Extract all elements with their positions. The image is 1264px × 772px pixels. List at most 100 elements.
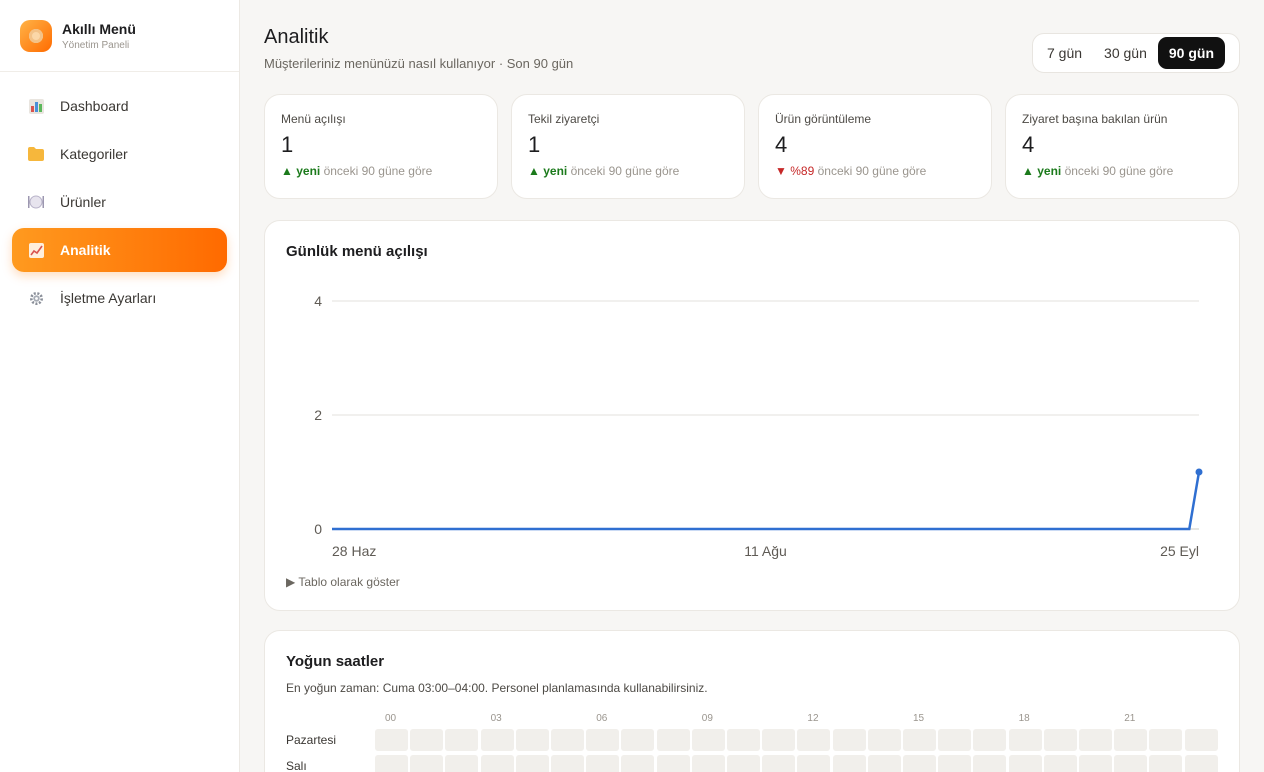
heatmap-cell[interactable] — [903, 755, 936, 772]
heatmap-cell[interactable] — [621, 755, 655, 772]
heatmap-cell[interactable] — [1149, 755, 1183, 772]
heatmap-cell[interactable] — [1079, 729, 1112, 751]
kpi-label: Ürün görüntüleme — [775, 112, 872, 126]
trend-up-icon: ▲ — [528, 164, 544, 178]
heatmap-cell[interactable] — [621, 729, 655, 751]
heatmap-cell[interactable] — [410, 729, 444, 751]
heatmap-cell[interactable] — [973, 755, 1007, 772]
sidebar-item-label: Kategoriler — [60, 146, 128, 162]
range-30-days-button[interactable]: 30 gün — [1093, 37, 1158, 69]
brand-logo — [20, 19, 52, 52]
heatmap-cell[interactable] — [727, 729, 760, 751]
heatmap-cell[interactable] — [1008, 729, 1042, 751]
trend-text: yeni — [296, 164, 321, 178]
heatmap-cell[interactable] — [410, 755, 444, 772]
daily-menu-opens-card: Günlük menü açılışı 0 2 4 28 Haz 11 Ağu 25 Ey… — [264, 220, 1240, 611]
range-90-days-button[interactable]: 90 gün — [1157, 37, 1225, 69]
heatmap-cell[interactable] — [551, 729, 584, 751]
sidebar-item-isletme-ayarlari[interactable]: İşletme Ayarları — [12, 276, 227, 320]
trend-text: yeni — [543, 164, 568, 178]
trend-suffix: önceki 90 güne göre — [1064, 164, 1174, 178]
kpi-card-menu-opens: Menü açılışı 1 ▲ yeni önceki 90 güne gör… — [264, 94, 498, 199]
hour-label: 15 — [913, 713, 925, 724]
heatmap-cell[interactable] — [762, 729, 796, 751]
gear-icon — [28, 290, 44, 306]
heatmap-subtitle: En yoğun zaman: Cuma 03:00–04:00. Person… — [286, 681, 708, 695]
kpi-cards: Menü açılışı 1 ▲ yeni önceki 90 güne gör… — [264, 94, 1240, 199]
heatmap-cell[interactable] — [375, 729, 408, 751]
heatmap-cell[interactable] — [903, 729, 936, 751]
heatmap-cell[interactable] — [656, 729, 690, 751]
heatmap-cell[interactable] — [691, 729, 725, 751]
sidebar-nav: Dashboard Kategoriler Ürünler Analitik İ… — [0, 72, 239, 320]
kpi-label: Tekil ziyaretçi — [528, 112, 600, 126]
hour-label: 21 — [1124, 713, 1136, 724]
sidebar-item-urunler[interactable]: Ürünler — [12, 180, 227, 224]
kpi-card-product-views: Ürün görüntüleme 4 ▼ %89 önceki 90 güne … — [758, 94, 992, 199]
heatmap-cell[interactable] — [867, 729, 901, 751]
series-line — [332, 471, 1201, 531]
heatmap-cell[interactable] — [797, 755, 831, 772]
heatmap-cell[interactable] — [832, 729, 866, 751]
hour-label: 12 — [807, 713, 819, 724]
sidebar-item-label: İşletme Ayarları — [60, 290, 157, 306]
sidebar-item-dashboard[interactable]: Dashboard — [12, 84, 227, 128]
x-tick-label: 11 Ağu — [744, 543, 787, 559]
heatmap-cell[interactable] — [1184, 755, 1218, 772]
heatmap-cell[interactable] — [480, 729, 514, 751]
heatmap-cell[interactable] — [1149, 729, 1183, 751]
heatmap-cell[interactable] — [1008, 755, 1042, 772]
kpi-trend: ▲ yeni önceki 90 güne göre — [528, 164, 728, 178]
heatmap-cell[interactable] — [938, 755, 972, 772]
heatmap-cell[interactable] — [445, 729, 479, 751]
sidebar-item-label: Analitik — [60, 242, 111, 258]
day-label: Salı — [286, 759, 307, 772]
trend-suffix: önceki 90 güne göre — [570, 164, 680, 178]
sidebar-item-analitik[interactable]: Analitik — [12, 228, 227, 272]
data-point[interactable] — [1195, 468, 1203, 476]
caret-right-icon: ▶ — [286, 575, 299, 589]
heatmap-cell[interactable] — [1043, 729, 1077, 751]
x-tick-label: 28 Haz — [332, 543, 376, 559]
heatmap-cell[interactable] — [1184, 729, 1218, 751]
heatmap-cell[interactable] — [656, 755, 690, 772]
heatmap-cell[interactable] — [727, 755, 760, 772]
kpi-value: 1 — [528, 132, 541, 157]
show-as-table-toggle[interactable]: ▶ Tablo olarak göster — [286, 575, 400, 589]
heatmap-cell[interactable] — [1114, 729, 1148, 751]
heatmap-cell[interactable] — [797, 729, 831, 751]
heatmap-cell[interactable] — [375, 755, 408, 772]
sidebar-item-kategoriler[interactable]: Kategoriler — [12, 132, 227, 176]
sidebar: Akıllı Menü Yönetim Paneli Dashboard Kat… — [0, 0, 240, 772]
heatmap-cell[interactable] — [586, 729, 620, 751]
heatmap-cell[interactable] — [551, 755, 584, 772]
hour-label: 18 — [1018, 713, 1030, 724]
trend-up-icon: ▲ — [281, 164, 297, 178]
heatmap-cell[interactable] — [445, 755, 479, 772]
heatmap-cell[interactable] — [867, 755, 901, 772]
heatmap-cell[interactable] — [1114, 755, 1148, 772]
plate-icon — [28, 194, 44, 210]
sidebar-item-label: Ürünler — [60, 194, 106, 210]
kpi-card-products-per-visit: Ziyaret başına bakılan ürün 4 ▲ yeni önc… — [1005, 94, 1239, 199]
heatmap-cell[interactable] — [515, 755, 549, 772]
trend-suffix: önceki 90 güne göre — [817, 164, 927, 178]
heatmap-cell[interactable] — [691, 755, 725, 772]
folder-icon — [28, 146, 44, 162]
x-tick-label: 25 Eyl — [1160, 543, 1199, 559]
range-7-days-button[interactable]: 7 gün — [1036, 37, 1093, 69]
brand-title: Akıllı Menü — [62, 20, 136, 37]
heatmap-cell[interactable] — [515, 729, 549, 751]
heatmap-cell[interactable] — [586, 755, 620, 772]
brand: Akıllı Menü Yönetim Paneli — [0, 0, 239, 72]
heatmap-cell[interactable] — [480, 755, 514, 772]
heatmap-cell[interactable] — [938, 729, 972, 751]
heatmap-cell[interactable] — [973, 729, 1007, 751]
heatmap-cell[interactable] — [762, 755, 796, 772]
heatmap-cell[interactable] — [1079, 755, 1112, 772]
heatmap-cell[interactable] — [1043, 755, 1077, 772]
hour-label: 06 — [596, 713, 608, 724]
heatmap-cell[interactable] — [832, 755, 866, 772]
trend-down-icon: ▼ — [775, 164, 791, 178]
kpi-label: Menü açılışı — [281, 112, 346, 126]
